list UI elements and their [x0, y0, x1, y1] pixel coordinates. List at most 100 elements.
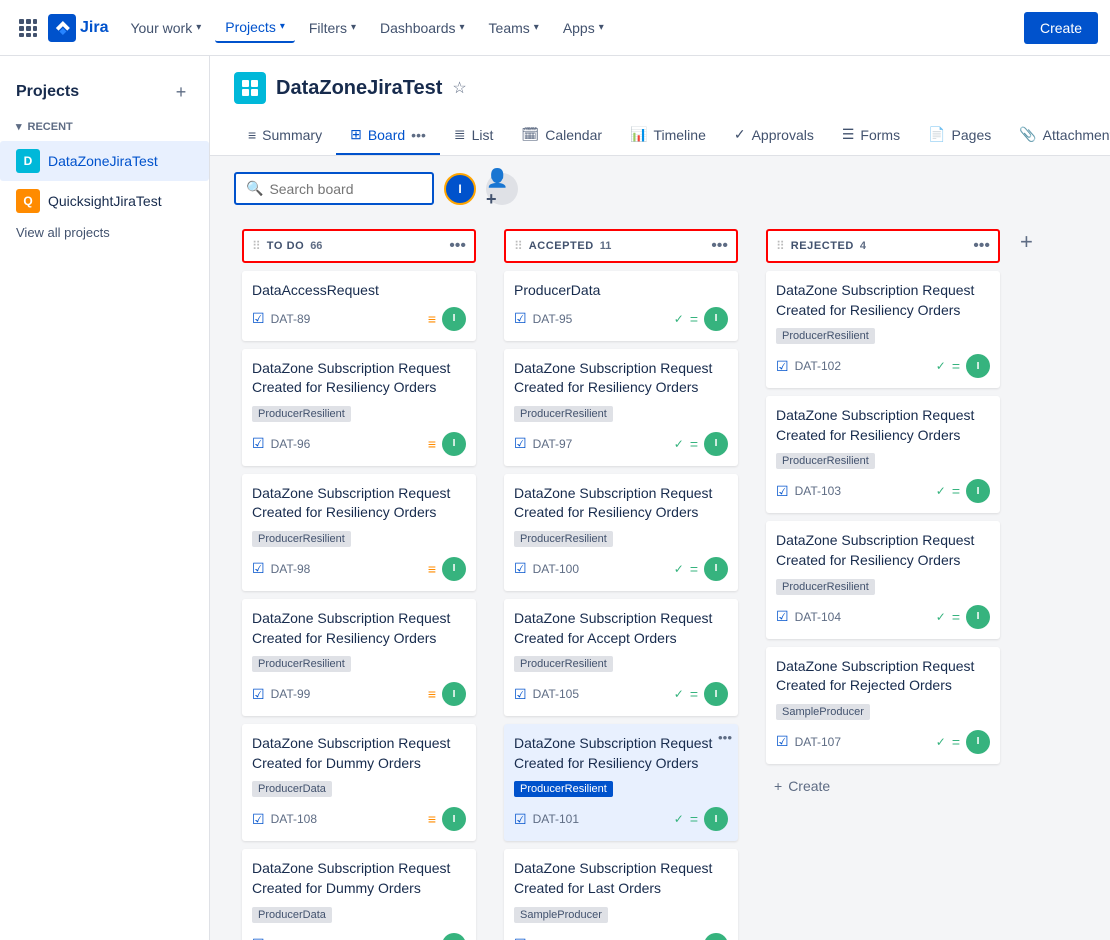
card-avatar: I: [704, 307, 728, 331]
card-more-button[interactable]: •••: [718, 730, 732, 745]
tab-board[interactable]: ⊞ Board •••: [336, 116, 440, 155]
sidebar-item-quicksight[interactable]: Q QuicksightJiraTest: [0, 181, 209, 221]
add-column-button[interactable]: +: [1020, 229, 1033, 255]
equals-icon: =: [690, 811, 698, 827]
chevron-down-icon: ▾: [280, 21, 285, 32]
card-avatar: I: [704, 933, 728, 940]
user-avatar[interactable]: I: [444, 173, 476, 205]
card-title: DataZone Subscription Request Created fo…: [252, 359, 466, 398]
card-footer-left: ☑ DAT-95: [514, 310, 572, 327]
card-footer: ☑ DAT-103 ✓ = I: [776, 479, 990, 503]
tab-more-icon[interactable]: •••: [411, 127, 426, 143]
search-box[interactable]: 🔍: [234, 172, 434, 205]
checkbox-icon: ☑: [514, 811, 527, 828]
star-icon[interactable]: ☆: [452, 78, 466, 98]
create-issue-link[interactable]: + Create: [766, 772, 1000, 800]
card-tag: SampleProducer: [514, 907, 608, 923]
card-dat98[interactable]: DataZone Subscription Request Created fo…: [242, 474, 476, 591]
card-id: DAT-98: [271, 562, 311, 576]
card-meta: ≡ I: [428, 557, 466, 581]
check-done-icon: ✓: [674, 312, 684, 326]
column-todo-header-left: ⠿ TO DO 66: [252, 239, 322, 253]
card-tag: ProducerData: [252, 907, 332, 923]
card-dat105[interactable]: DataZone Subscription Request Created fo…: [504, 599, 738, 716]
nav-filters[interactable]: Filters ▾: [299, 14, 366, 42]
column-accepted-more-button[interactable]: •••: [711, 237, 728, 255]
checkbox-icon: ☑: [252, 936, 265, 940]
card-dat97[interactable]: DataZone Subscription Request Created fo…: [504, 349, 738, 466]
grid-icon[interactable]: [12, 12, 44, 44]
tab-summary[interactable]: ≡ Summary: [234, 116, 336, 155]
nav-your-work[interactable]: Your work ▾: [120, 14, 211, 42]
nav-teams[interactable]: Teams ▾: [479, 14, 549, 42]
card-dat96[interactable]: DataZone Subscription Request Created fo…: [242, 349, 476, 466]
card-title: DataZone Subscription Request Created fo…: [252, 609, 466, 648]
card-avatar: I: [442, 307, 466, 331]
search-input[interactable]: [269, 181, 409, 197]
equals-icon: =: [690, 311, 698, 327]
tab-timeline[interactable]: 📊 Timeline: [616, 116, 720, 155]
card-dat104[interactable]: DataZone Subscription Request Created fo…: [766, 521, 1000, 638]
card-footer-left: ☑ DAT-99: [252, 686, 310, 703]
checkbox-icon: ☑: [252, 310, 265, 327]
card-avatar: I: [704, 557, 728, 581]
card-meta: ✓ = I: [674, 432, 728, 456]
tab-attachments[interactable]: 📎 Attachments: [1005, 116, 1110, 155]
view-all-projects-link[interactable]: View all projects: [0, 221, 209, 244]
add-people-avatar[interactable]: 👤+: [486, 173, 518, 205]
sidebar: Projects + ▾ RECENT D DataZoneJiraTest Q…: [0, 56, 210, 940]
project-header: DataZoneJiraTest ☆ ≡ Summary ⊞ Board •••…: [210, 56, 1110, 156]
card-footer-left: ☑ DAT-104: [776, 608, 841, 625]
column-rejected-more-button[interactable]: •••: [973, 237, 990, 255]
column-todo-header: ⠿ TO DO 66 •••: [242, 229, 476, 263]
card-footer-left: ☑ DAT-102: [776, 358, 841, 375]
card-tag: ProducerResilient: [252, 406, 351, 422]
attachments-icon: 📎: [1019, 126, 1036, 143]
equals-icon: =: [690, 686, 698, 702]
card-meta: ✓ = I: [936, 354, 990, 378]
sidebar-item-datazone[interactable]: D DataZoneJiraTest: [0, 141, 209, 181]
column-todo-more-button[interactable]: •••: [449, 237, 466, 255]
card-dat99[interactable]: DataZone Subscription Request Created fo…: [242, 599, 476, 716]
nav-dashboards[interactable]: Dashboards ▾: [370, 14, 475, 42]
priority-icon: ≡: [428, 561, 436, 577]
project-name: DataZoneJiraTest: [276, 77, 442, 100]
nav-apps[interactable]: Apps ▾: [553, 14, 614, 42]
checkbox-icon: ☑: [252, 686, 265, 703]
card-footer-left: ☑ DAT-100: [514, 560, 579, 577]
tab-calendar[interactable]: 🗓 Calendar: [507, 116, 616, 155]
card-id: DAT-89: [271, 312, 311, 326]
priority-icon: ≡: [428, 686, 436, 702]
sidebar-projects-title: Projects: [16, 83, 79, 101]
card-dat101[interactable]: ••• DataZone Subscription Request Create…: [504, 724, 738, 841]
drag-icon: ⠿: [514, 239, 523, 253]
card-dat108[interactable]: DataZone Subscription Request Created fo…: [242, 724, 476, 841]
tab-approvals[interactable]: ✓ Approvals: [720, 116, 828, 155]
card-dat100[interactable]: DataZone Subscription Request Created fo…: [504, 474, 738, 591]
tab-forms[interactable]: ☰ Forms: [828, 116, 914, 155]
card-footer: ☑ DAT-97 ✓ = I: [514, 432, 728, 456]
tab-list[interactable]: ≣ List: [440, 116, 508, 155]
check-done-icon: ✓: [936, 610, 946, 624]
card-dat107[interactable]: DataZone Subscription Request Created fo…: [766, 647, 1000, 764]
check-done-icon: ✓: [674, 812, 684, 826]
column-rejected-header-left: ⠿ REJECTED 4: [776, 239, 866, 253]
tab-pages[interactable]: 📄 Pages: [914, 116, 1005, 155]
card-meta: ≡ I: [428, 807, 466, 831]
board-area: 🔍 I 👤+ ⠿ TO DO 66 •••: [210, 156, 1110, 940]
card-dat109[interactable]: DataZone Subscription Request Created fo…: [242, 849, 476, 940]
column-accepted-count: 11: [600, 240, 612, 252]
card-dat89[interactable]: DataAccessRequest ☑ DAT-89 ≡ I: [242, 271, 476, 341]
card-dat106[interactable]: DataZone Subscription Request Created fo…: [504, 849, 738, 940]
card-dat95[interactable]: ProducerData ☑ DAT-95 ✓ = I: [504, 271, 738, 341]
card-footer-left: ☑ DAT-106: [514, 936, 579, 940]
equals-icon: =: [690, 937, 698, 940]
card-dat103[interactable]: DataZone Subscription Request Created fo…: [766, 396, 1000, 513]
chevron-down-icon: ▾: [196, 22, 201, 33]
card-dat102[interactable]: DataZone Subscription Request Created fo…: [766, 271, 1000, 388]
jira-logo[interactable]: Jira: [48, 14, 108, 42]
nav-projects[interactable]: Projects ▾: [215, 13, 295, 43]
add-project-button[interactable]: +: [169, 80, 193, 104]
create-button[interactable]: Create: [1024, 12, 1098, 44]
sidebar-recent-label: ▾ RECENT: [0, 112, 209, 141]
